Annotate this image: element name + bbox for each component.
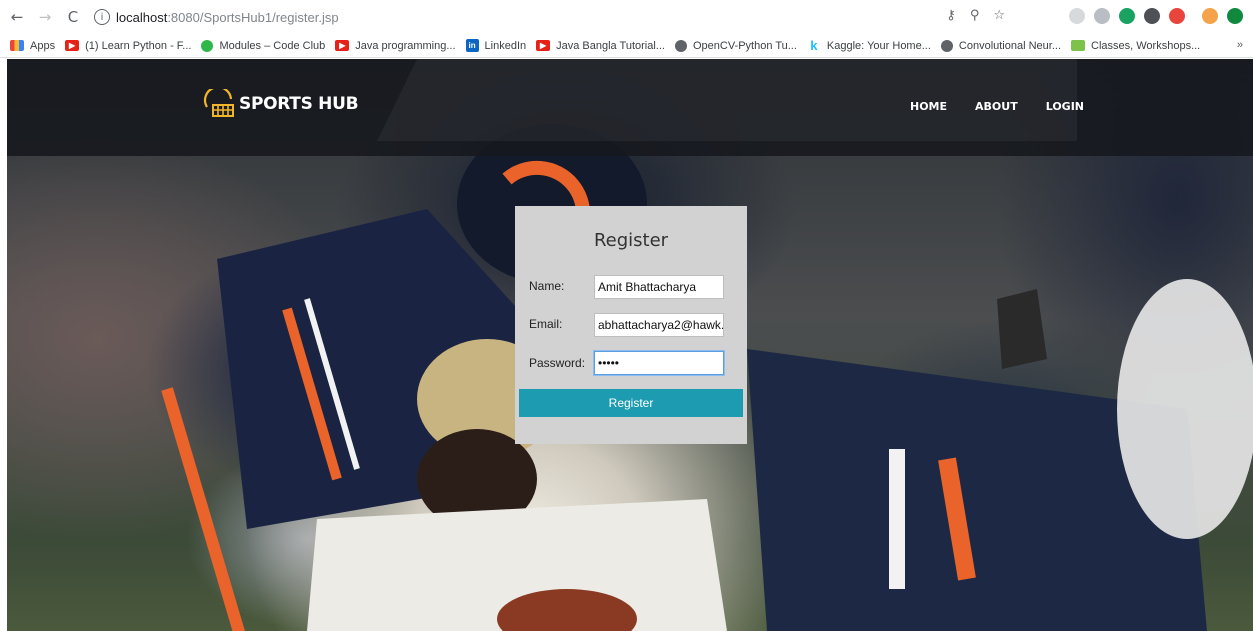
globe-icon — [940, 39, 953, 52]
password-label: Password: — [529, 356, 586, 370]
register-title: Register — [593, 230, 669, 251]
bookmarks-overflow-icon[interactable]: » — [1237, 39, 1243, 51]
bookmark-item[interactable]: ▶ (1) Learn Python - F... — [65, 40, 191, 52]
url-host: localhost — [116, 9, 168, 25]
youtube-icon: ▶ — [536, 40, 551, 51]
nav-about[interactable]: ABOUT — [975, 100, 1018, 113]
bookmark-item[interactable]: Modules – Code Club — [201, 39, 326, 52]
kaggle-icon: k — [810, 38, 818, 53]
bookmark-item[interactable]: Convolutional Neur... — [940, 39, 1062, 52]
zoom-icon[interactable]: ⚲ — [970, 8, 980, 23]
apps-grid-icon — [10, 40, 24, 51]
email-field[interactable] — [594, 313, 724, 337]
bookmark-item[interactable]: Classes, Workshops... — [1071, 40, 1200, 52]
extension-dark-icon[interactable] — [1144, 8, 1160, 24]
football-helmet-icon — [204, 89, 234, 117]
globe-icon — [674, 39, 687, 52]
bookmark-label: Java Bangla Tutorial... — [556, 39, 665, 52]
star-icon[interactable]: ☆ — [993, 8, 1005, 23]
password-field[interactable] — [594, 351, 724, 375]
extension-wp-icon[interactable] — [1094, 8, 1110, 24]
bookmark-label: Convolutional Neur... — [958, 39, 1062, 52]
register-card: Register Name: Email: Password: Register — [515, 206, 747, 444]
logo-text: SPORTS HUB — [239, 94, 359, 114]
site-logo[interactable]: SPORTS HUB — [203, 89, 359, 119]
email-label: Email: — [529, 317, 563, 331]
info-icon[interactable]: i — [94, 9, 110, 25]
extension-w-icon[interactable] — [1069, 8, 1085, 24]
name-label: Name: — [529, 279, 565, 293]
bookmark-item[interactable]: k Kaggle: Your Home... — [807, 38, 931, 53]
page-viewport: SPORTS HUB HOME ABOUT LOGIN Register Nam… — [7, 59, 1253, 631]
bookmark-label: Classes, Workshops... — [1091, 39, 1201, 52]
bookmarks-bar: Apps ▶ (1) Learn Python - F... Modules – … — [0, 34, 1253, 58]
linkedin-icon: in — [465, 39, 479, 52]
url-path: :8080/SportsHub1/register.jsp — [167, 9, 339, 25]
back-icon[interactable]: ← — [6, 6, 28, 28]
bookmark-label: LinkedIn — [484, 39, 527, 52]
bookmark-item[interactable]: in LinkedIn — [465, 39, 527, 52]
name-field[interactable] — [594, 275, 724, 299]
extension-red-icon[interactable] — [1169, 8, 1185, 24]
register-button[interactable]: Register — [519, 389, 743, 417]
nav-login[interactable]: LOGIN — [1046, 100, 1084, 113]
reload-icon[interactable]: C — [62, 6, 84, 28]
browser-toolbar: ← → C i localhost:8080/SportsHub1/regist… — [0, 0, 1253, 34]
bookmark-item[interactable]: ▶ Java programming... — [335, 39, 456, 52]
bookmark-item[interactable]: ▶ Java Bangla Tutorial... — [536, 40, 665, 52]
nvidia-icon — [1071, 40, 1086, 51]
bookmark-label: Java programming... — [355, 39, 456, 52]
extension-orange-icon[interactable] — [1202, 8, 1218, 24]
bookmark-label: Kaggle: Your Home... — [826, 39, 931, 52]
bookmark-label: (1) Learn Python - F... — [85, 39, 192, 52]
bookmark-label: Apps — [30, 39, 56, 52]
bookmark-apps[interactable]: Apps — [10, 40, 55, 52]
extension-green-icon[interactable] — [1119, 8, 1135, 24]
nav-home[interactable]: HOME — [910, 100, 947, 113]
youtube-icon: ▶ — [335, 40, 350, 51]
codeclub-icon — [201, 39, 214, 52]
bookmark-item[interactable]: OpenCV-Python Tu... — [674, 39, 797, 52]
key-icon[interactable]: ⚷ — [946, 8, 956, 23]
address-bar[interactable]: i localhost:8080/SportsHub1/register.jsp — [94, 6, 974, 28]
forward-icon[interactable]: → — [34, 6, 56, 28]
youtube-icon: ▶ — [65, 40, 80, 51]
site-navbar: SPORTS HUB HOME ABOUT LOGIN — [7, 59, 1253, 156]
bookmark-label: OpenCV-Python Tu... — [692, 39, 797, 52]
main-nav: HOME ABOUT LOGIN — [910, 100, 1112, 113]
extension-green2-icon[interactable] — [1227, 8, 1243, 24]
bookmark-label: Modules – Code Club — [219, 39, 326, 52]
